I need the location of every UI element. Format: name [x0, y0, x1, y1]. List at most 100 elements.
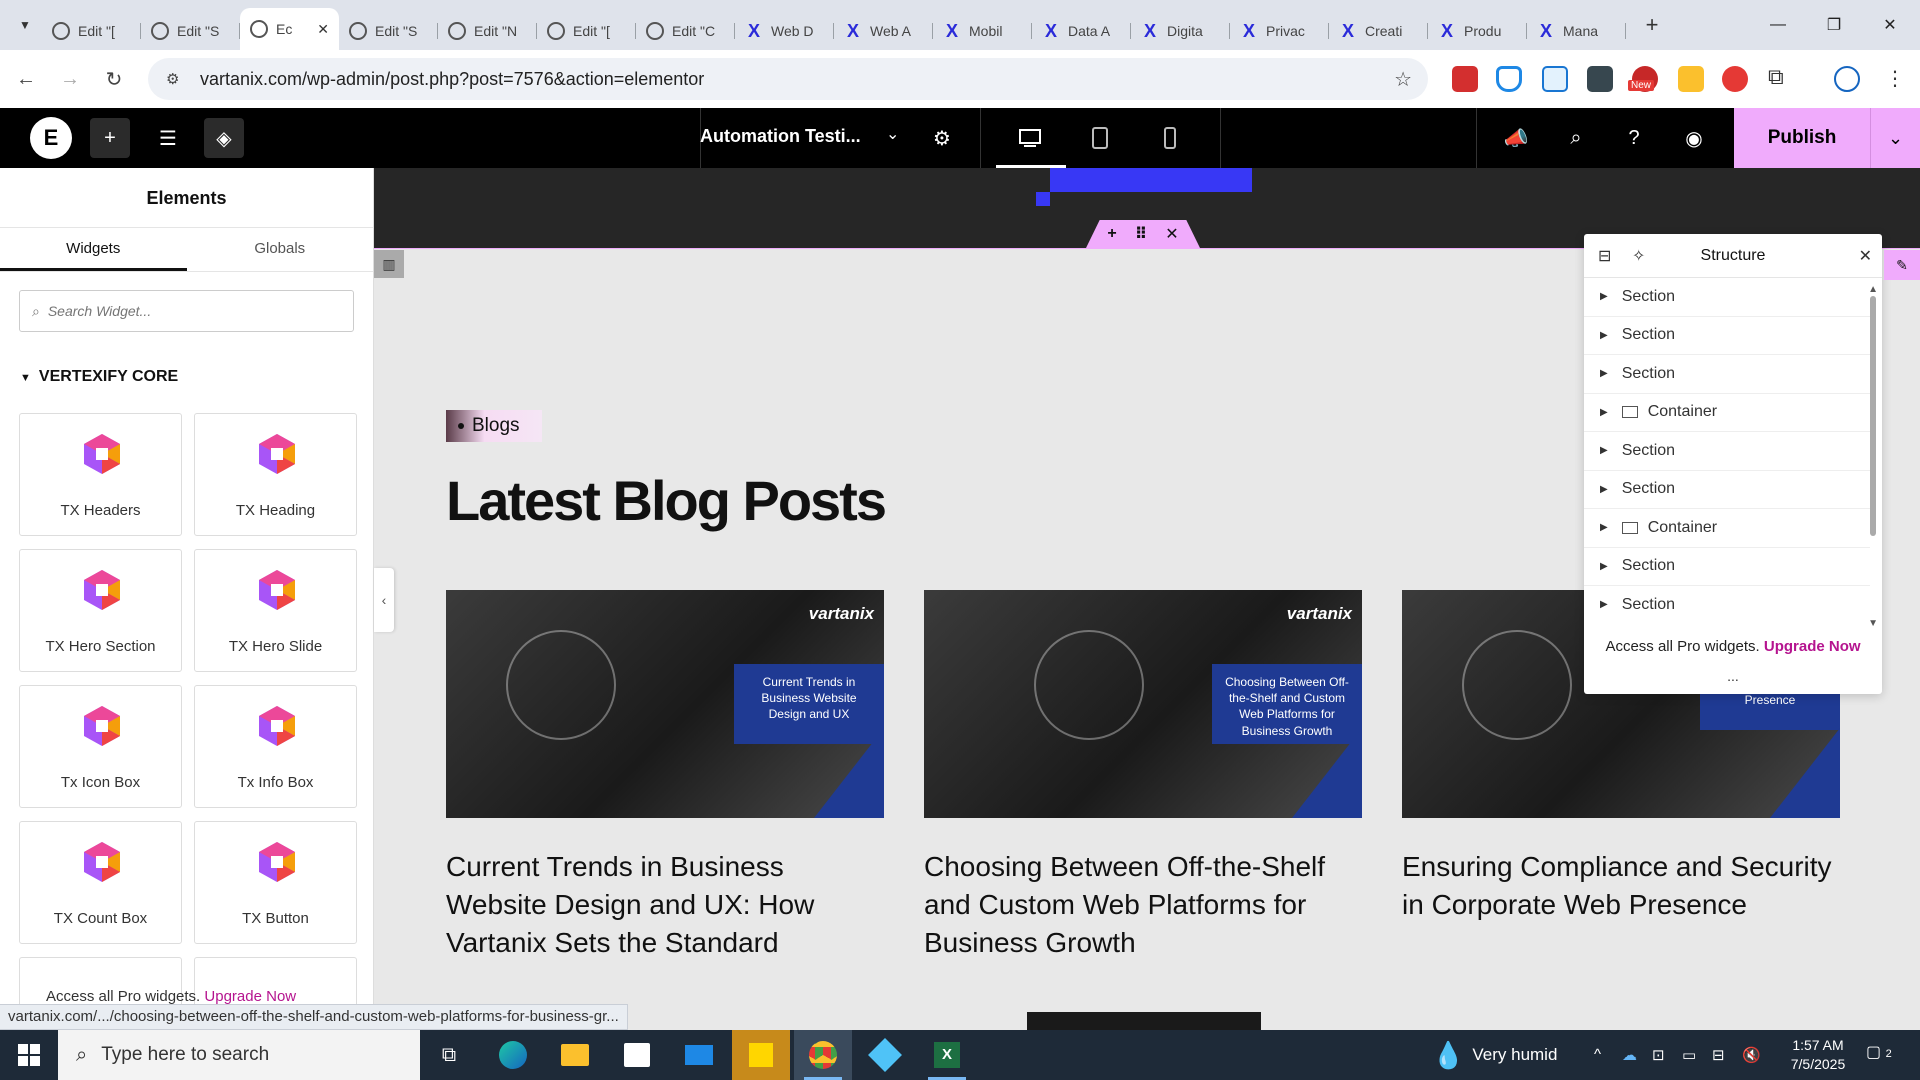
widget-card[interactable]: TX Count Box: [19, 821, 182, 944]
pdf-extension-icon[interactable]: [1452, 66, 1478, 92]
expand-caret-icon[interactable]: ▶: [1600, 561, 1608, 572]
structure-scrollbar[interactable]: [1870, 296, 1876, 536]
blog-card-image[interactable]: vartanix Choosing Between Off-the-Shelf a…: [924, 590, 1362, 818]
restore-button[interactable]: ❐: [1806, 0, 1862, 50]
forward-button[interactable]: →: [52, 61, 88, 97]
scroll-down-icon[interactable]: ▼: [1868, 618, 1878, 629]
mail-app[interactable]: [670, 1030, 728, 1080]
drag-handle-icon[interactable]: ⠿: [1135, 224, 1148, 244]
expand-caret-icon[interactable]: ▶: [1600, 445, 1608, 456]
close-tab-icon[interactable]: ✕: [317, 21, 329, 38]
shield-extension-icon[interactable]: [1496, 66, 1522, 92]
finder-button[interactable]: ⌕: [1556, 118, 1596, 158]
structure-item-container[interactable]: ▶ Container: [1584, 394, 1870, 432]
publish-button[interactable]: Publish: [1734, 108, 1870, 168]
start-button[interactable]: [0, 1030, 58, 1080]
blog-card-title[interactable]: Current Trends in Business Website Desig…: [446, 848, 886, 962]
profile-avatar[interactable]: [1834, 66, 1860, 92]
desktop-view-button[interactable]: [1010, 118, 1050, 158]
structure-item-section[interactable]: ▶ Section: [1584, 432, 1870, 471]
omnibox[interactable]: ⚙ vartanix.com/wp-admin/post.php?post=75…: [148, 58, 1428, 100]
structure-item-section[interactable]: ▶ Section: [1584, 471, 1870, 509]
star-extension-icon[interactable]: [1678, 66, 1704, 92]
clock[interactable]: 1:57 AM 7/5/2025: [1778, 1036, 1858, 1074]
category-header[interactable]: ▼ VERTEXIFY CORE: [20, 368, 373, 386]
tab-globals[interactable]: Globals: [187, 228, 374, 271]
back-button[interactable]: ←: [8, 61, 44, 97]
preview-button[interactable]: ◉: [1674, 118, 1714, 158]
browser-tab[interactable]: Edit "S: [141, 12, 240, 50]
widget-card[interactable]: Tx Info Box: [194, 685, 357, 808]
devtool-app[interactable]: [856, 1030, 914, 1080]
onedrive-icon[interactable]: ☁: [1622, 1046, 1637, 1064]
tablet-view-button[interactable]: [1080, 118, 1120, 158]
browser-tab[interactable]: Ec ✕: [240, 8, 339, 50]
structure-item-container[interactable]: ▶ Container: [1584, 509, 1870, 548]
blog-card-title[interactable]: Choosing Between Off-the-Shelf and Custo…: [924, 848, 1364, 962]
site-info-icon[interactable]: ⚙: [166, 70, 188, 88]
reload-button[interactable]: ↻: [96, 61, 132, 97]
browser-menu-icon[interactable]: ⋮: [1882, 66, 1908, 92]
resize-handle[interactable]: ...: [1584, 668, 1882, 684]
browser-tab[interactable]: X Web A: [834, 12, 933, 50]
browser-tab[interactable]: X Produ: [1428, 12, 1527, 50]
collapse-panel-button[interactable]: ‹: [374, 568, 394, 632]
widget-card[interactable]: TX Headers: [19, 413, 182, 536]
puzzle-icon[interactable]: ⧉: [1768, 64, 1794, 90]
help-button[interactable]: ?: [1614, 118, 1654, 158]
widget-card[interactable]: TX Heading: [194, 413, 357, 536]
widget-card[interactable]: TX Hero Section: [19, 549, 182, 672]
structure-item-section[interactable]: ▶ Section: [1584, 355, 1870, 394]
expand-caret-icon[interactable]: ▶: [1600, 599, 1608, 610]
close-icon[interactable]: ✕: [1859, 246, 1872, 266]
upgrade-link[interactable]: Upgrade Now: [1764, 638, 1861, 655]
docs-extension-icon[interactable]: [1542, 66, 1568, 92]
widget-search-input[interactable]: [47, 303, 328, 319]
tab-widgets[interactable]: Widgets: [0, 228, 187, 271]
browser-tab[interactable]: Edit "S: [339, 12, 438, 50]
blog-heading[interactable]: Latest Blog Posts: [446, 468, 887, 533]
widget-card[interactable]: Tx Icon Box: [19, 685, 182, 808]
expand-caret-icon[interactable]: ▶: [1600, 484, 1608, 495]
structure-item-section[interactable]: ▶ Section: [1584, 278, 1870, 317]
mobile-view-button[interactable]: [1150, 118, 1190, 158]
section-handle[interactable]: + ⠿ ✕: [1086, 220, 1200, 248]
browser-tab[interactable]: Edit "N: [438, 12, 537, 50]
publish-options-button[interactable]: ⌄: [1870, 108, 1920, 168]
delete-section-icon[interactable]: ✕: [1165, 224, 1178, 244]
volume-icon[interactable]: 🔇: [1742, 1046, 1761, 1064]
edit-widget-button[interactable]: ✎: [1884, 250, 1920, 280]
notification-center[interactable]: ▢ 2: [1866, 1042, 1892, 1062]
expand-caret-icon[interactable]: ▶: [1600, 330, 1608, 341]
structure-button[interactable]: ◈: [204, 118, 244, 158]
minimize-button[interactable]: —: [1750, 0, 1806, 50]
widget-search[interactable]: ⌕: [19, 290, 354, 332]
browser-tab[interactable]: X Creati: [1329, 12, 1428, 50]
blog-card-image[interactable]: vartanix Current Trends in Business Websi…: [446, 590, 884, 818]
pokeball-extension-icon[interactable]: [1722, 66, 1748, 92]
taskbar-search[interactable]: ⌕ Type here to search: [58, 1030, 420, 1080]
scroll-up-icon[interactable]: ▲: [1868, 284, 1878, 295]
explorer-app[interactable]: [546, 1030, 604, 1080]
upgrade-link[interactable]: Upgrade Now: [204, 988, 296, 1005]
browser-tab[interactable]: X Data A: [1032, 12, 1131, 50]
structure-item-section[interactable]: ▶ Section: [1584, 586, 1870, 624]
document-name[interactable]: Automation Testi...: [700, 126, 861, 147]
browser-tab[interactable]: X Mana: [1527, 12, 1626, 50]
whats-new-button[interactable]: 📣: [1496, 118, 1536, 158]
bookmark-star-icon[interactable]: ☆: [1394, 67, 1412, 92]
weather-widget[interactable]: 💧 Very humid: [1432, 1030, 1557, 1080]
browser-tab[interactable]: Edit "C: [636, 12, 735, 50]
tab-search-button[interactable]: ▼: [8, 8, 42, 42]
browser-tab[interactable]: X Web D: [735, 12, 834, 50]
expand-caret-icon[interactable]: ▶: [1600, 407, 1608, 418]
add-section-icon[interactable]: +: [1107, 225, 1116, 243]
browser-tab[interactable]: Edit "[: [42, 12, 141, 50]
browser-tab[interactable]: Edit "[: [537, 12, 636, 50]
add-element-button[interactable]: +: [90, 118, 130, 158]
elementor-logo-button[interactable]: E: [30, 117, 72, 159]
widget-card[interactable]: TX Button: [194, 821, 357, 944]
site-settings-button[interactable]: ☰: [148, 118, 188, 158]
new-tab-button[interactable]: +: [1636, 12, 1668, 38]
column-handle[interactable]: ▥: [374, 250, 404, 278]
